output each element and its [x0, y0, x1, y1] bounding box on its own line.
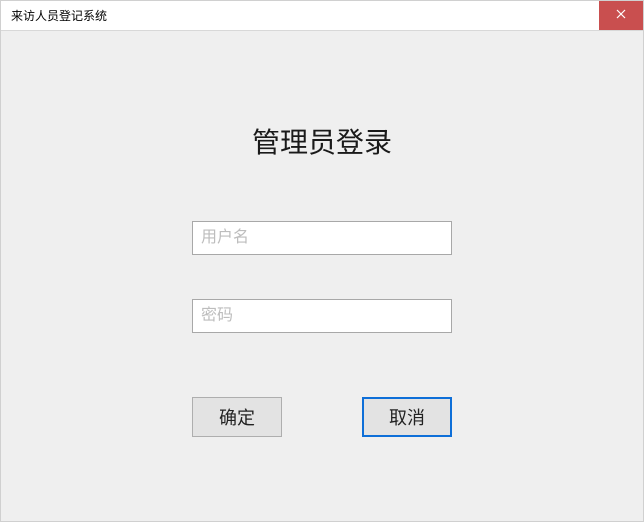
close-button[interactable] [599, 1, 643, 30]
login-heading: 管理员登录 [252, 121, 392, 161]
button-row: 确定 取消 [192, 397, 452, 437]
app-window: 来访人员登记系统 管理员登录 确定 取消 [0, 0, 644, 522]
ok-button[interactable]: 确定 [192, 397, 282, 437]
login-panel: 管理员登录 确定 取消 [1, 31, 643, 521]
username-input[interactable] [192, 221, 452, 255]
window-title: 来访人员登记系统 [11, 7, 107, 24]
cancel-button[interactable]: 取消 [362, 397, 452, 437]
titlebar: 来访人员登记系统 [1, 1, 643, 31]
password-input[interactable] [192, 299, 452, 333]
close-icon [616, 9, 626, 22]
